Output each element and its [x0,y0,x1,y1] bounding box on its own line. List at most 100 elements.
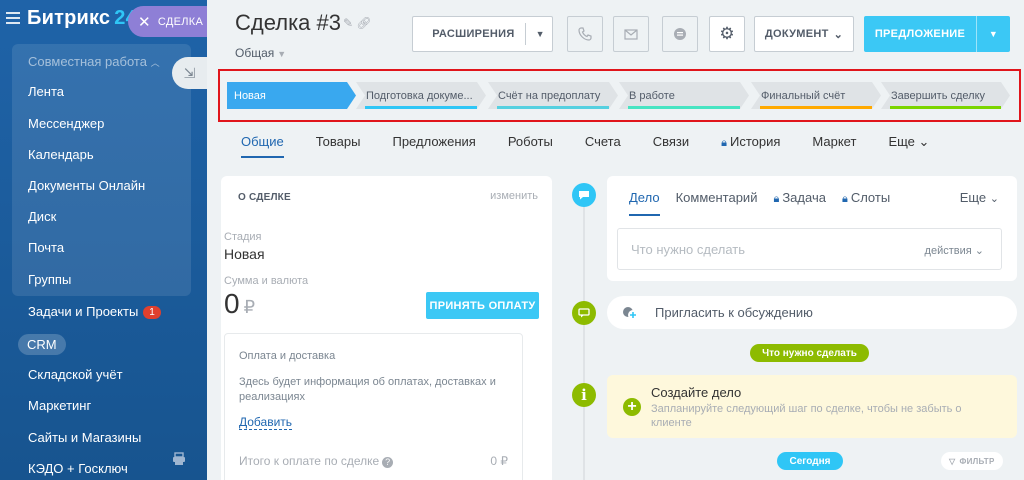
sidebar-group-collaboration: Совместная работа ︿ [12,44,191,296]
stage-5[interactable]: Финальный счёт [751,82,881,109]
stage-1[interactable]: Новая [227,82,356,109]
deal-tabs: Общие Товары Предложения Роботы Счета Связи 🔒︎… [241,134,961,158]
collapse-sidebar-button[interactable]: ⇲ [172,57,207,89]
tab-1[interactable]: Общие [241,134,284,158]
accept-payment-button[interactable]: ПРИНЯТЬ ОПЛАТУ [426,292,539,319]
category-selector[interactable]: Общая ▼ [235,46,286,60]
sidebar-item-sites[interactable]: Сайты и Магазины [28,430,141,445]
stage-label: Подготовка докуме... [366,89,473,102]
tab-3[interactable]: Предложения [392,134,475,158]
sidebar-item-kedo[interactable]: КЭДО + Госключ [28,461,128,476]
close-icon: ✕ [138,13,151,31]
sidebar-item-crm[interactable]: CRM [18,334,66,355]
close-deal-slider-button[interactable]: ✕ СДЕЛКА [128,6,208,37]
tab-8[interactable]: Маркет [812,134,856,158]
sidebar-item-tasks[interactable]: Задачи и Проекты 1 [28,304,161,319]
stage-label: Счёт на предоплату [498,89,601,102]
create-todo-card: + Создайте дело Запланируйте следующий ш… [607,375,1017,438]
settings-button[interactable]: ⚙ [709,16,745,52]
filter-button[interactable]: ▽ ФИЛЬТР [941,452,1003,470]
tab-label: Маркет [812,134,857,149]
sidebar-item-inventory[interactable]: Складской учёт [28,367,123,382]
call-button[interactable] [567,16,603,52]
link-icon[interactable]: 🔗︎ [356,16,371,30]
stage-label: Стадия [224,231,262,243]
stage-4[interactable]: В работе [619,82,749,109]
edit-link[interactable]: изменить [490,190,538,202]
payment-title: Оплата и доставка [239,350,336,362]
chevron-down-icon: ▼ [277,49,287,59]
tab-label: Еще [888,134,915,149]
tab-5[interactable]: Счета [585,134,621,158]
sidebar-group-title[interactable]: Совместная работа ︿ [28,54,160,69]
pencil-icon[interactable]: ✎ [343,16,353,30]
stage-label: Финальный счёт [761,89,846,102]
title-actions: ✎ 🔗︎ [343,16,372,30]
lock-icon: 🔒︎ [721,137,727,149]
chevron-down-icon: ▼ [988,29,999,39]
stage-3[interactable]: Счёт на предоплату [488,82,618,109]
printer-icon[interactable] [172,452,186,466]
sidebar-item-feed[interactable]: Лента [28,84,64,99]
sidebar-item-marketing[interactable]: Маркетинг [28,398,91,413]
extensions-button[interactable]: РАСШИРЕНИЯ ▼ [412,16,553,52]
sidebar-item-groups[interactable]: Группы [28,272,71,287]
tab-9[interactable]: Еще ⌄ [888,134,929,158]
help-icon[interactable]: ? [382,457,394,468]
editor-tab-slots[interactable]: 🔒︎ Слоты [842,190,890,216]
tab-2[interactable]: Товары [316,134,361,158]
stage-6[interactable]: Завершить сделку [881,82,1010,109]
brand-logo[interactable]: Битрикс 24 [27,7,137,30]
stage-label: Завершить сделку [891,89,986,102]
payment-total-value: 0 ₽ [490,454,508,468]
page-title: Сделка #3 [235,10,341,35]
add-user-icon [623,307,638,320]
todo-input[interactable]: Что нужно сделать действия ⌄ [617,228,1002,270]
tab-label: Роботы [507,134,553,149]
payment-add-link[interactable]: Добавить [239,415,293,430]
activity-editor: Дело Комментарий 🔒︎ Задача 🔒︎ Слоты Еще ⌄ … [607,176,1017,281]
sidebar-item-docs[interactable]: Документы Онлайн [28,178,145,193]
lock-icon: 🔒︎ [773,193,780,205]
tab-label: Товары [315,134,361,149]
stage-value: Новая [224,246,265,262]
amount-label: Сумма и валюта [224,275,309,287]
tab-4[interactable]: Роботы [508,134,553,158]
editor-tab-task[interactable]: 🔒︎ Задача [773,190,825,216]
close-tab-label: СДЕЛКА [157,15,204,28]
document-button[interactable]: ДОКУМЕНТ ⌄ [754,16,854,52]
stage-2[interactable]: Подготовка докуме... [356,82,486,109]
invite-to-discussion[interactable]: Пригласить к обсуждению [607,296,1017,329]
today-pill: Сегодня [777,452,843,470]
mail-icon [624,28,638,40]
tab-6[interactable]: Связи [653,134,689,158]
email-button[interactable] [613,16,649,52]
stage-color-bar [365,106,477,109]
actions-dropdown[interactable]: действия ⌄ [925,244,984,257]
proposal-button[interactable]: ПРЕДЛОЖЕНИЕ ▼ [864,16,1010,52]
timeline-line [583,185,585,480]
chat-icon [674,28,686,40]
sidebar-item-drive[interactable]: Диск [28,209,56,224]
sidebar-item-messenger[interactable]: Мессенджер [28,116,104,131]
sidebar-item-mail[interactable]: Почта [28,240,64,255]
tab-label: Счета [584,134,621,149]
filter-icon: ▽ [949,456,956,466]
invite-text: Пригласить к обсуждению [655,305,813,320]
tab-label: Общие [241,134,284,149]
payment-text: Здесь будет информация об оплатах, доста… [239,376,496,403]
plus-icon[interactable]: + [623,398,641,416]
sidebar-item-calendar[interactable]: Календарь [28,147,94,162]
info-icon: i [572,383,596,407]
editor-tab-todo[interactable]: Дело [629,190,660,216]
chat-button[interactable] [662,16,698,52]
chevron-down-icon: ⌄ [914,134,930,149]
payment-delivery-box: Оплата и доставка Здесь будет информация… [224,333,523,480]
editor-more-button[interactable]: Еще ⌄ [960,190,999,205]
tab-7[interactable]: 🔒︎ История [721,134,780,158]
menu-icon[interactable] [6,12,20,24]
tasks-counter-badge: 1 [143,306,161,319]
tab-label: Предложения [392,134,476,149]
editor-tab-comment[interactable]: Комментарий [676,190,758,216]
gear-icon: ⚙ [719,24,735,43]
